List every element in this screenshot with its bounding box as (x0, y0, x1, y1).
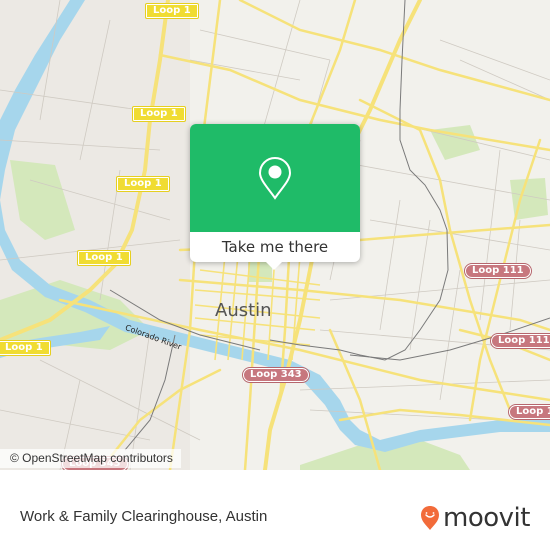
highway-shield-loop-1: Loop 1 (132, 106, 186, 122)
highway-shield-loop-111: Loop 111 (490, 333, 550, 349)
place-title: Work & Family Clearinghouse, Austin (20, 508, 268, 525)
moovit-wordmark: moovit (443, 503, 530, 533)
highway-shield-loop-111: Loop 111 (508, 404, 550, 420)
moovit-smile-pin-icon (421, 506, 439, 530)
highway-shield-loop-343: Loop 343 (242, 367, 310, 383)
moovit-logo[interactable]: moovit (420, 505, 530, 531)
highway-shield-loop-111: Loop 111 (464, 263, 532, 279)
city-label: Austin (215, 300, 272, 321)
highway-shield-loop-1: Loop 1 (116, 176, 170, 192)
location-popup: Take me there (190, 124, 360, 270)
highway-shield-loop-1: Loop 1 (0, 340, 51, 356)
highway-shield-loop-1: Loop 1 (77, 250, 131, 266)
highway-shield-loop-1: Loop 1 (145, 3, 199, 19)
map-attribution[interactable]: © OpenStreetMap contributors (0, 449, 181, 468)
popup-header (190, 124, 360, 232)
popup-pointer (265, 261, 283, 270)
map-pin-icon (258, 156, 292, 200)
take-me-there-button[interactable]: Take me there (190, 232, 360, 262)
